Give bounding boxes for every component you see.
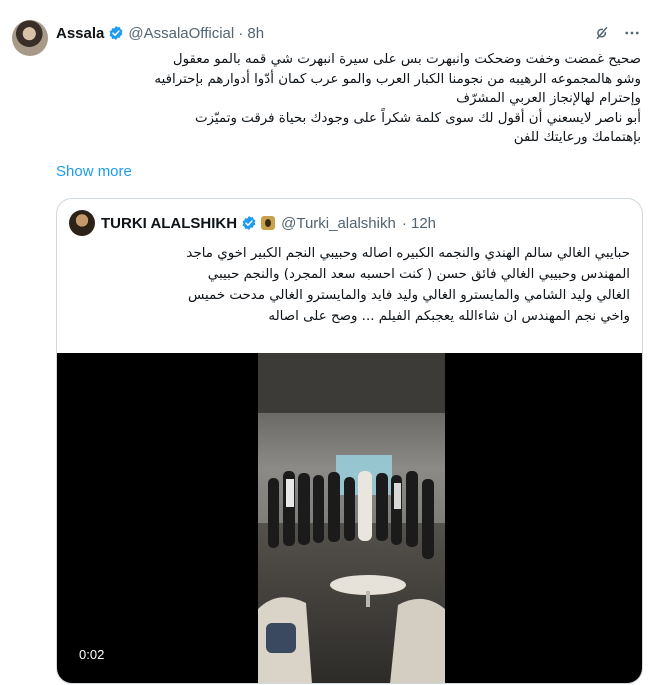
tweet-line: وشو هالمجموعه الرهيبه من نجومنا الكبار ا…	[154, 71, 641, 87]
quoted-author-name[interactable]: TURKI ALALSHIKH	[101, 215, 237, 232]
quoted-time[interactable]: · 12h	[402, 215, 436, 232]
quoted-line: المهندس وحبيبي الغالي فائق حسن ( كنت احس…	[207, 267, 630, 282]
grok-icon[interactable]	[593, 24, 611, 42]
quoted-author-handle[interactable]: @Turki_alalshikh	[281, 215, 396, 232]
tweet-line: أبو ناصر لايسعني أن أقول لك سوى كلمة شكر…	[194, 110, 641, 126]
tweet-line: صحيح غمضت وخفت وضحكت وانبهرت بس على سيرة…	[172, 52, 641, 67]
video-player[interactable]: 0:02	[57, 353, 642, 683]
org-badge-icon	[261, 216, 276, 230]
tweet-time[interactable]: · 8h	[238, 25, 264, 42]
quoted-line: الغالي وليد الشامي والمايسترو الغالي ولي…	[187, 288, 630, 303]
quoted-avatar[interactable]	[69, 210, 95, 236]
verified-icon	[109, 26, 123, 40]
author-handle[interactable]: @AssalaOfficial	[128, 25, 234, 42]
tweet-header: Assala @AssalaOfficial · 8h	[56, 22, 641, 44]
author-name[interactable]: Assala	[56, 25, 104, 42]
tweet-text: صحيح غمضت وخفت وضحكت وانبهرت بس على سيرة…	[58, 50, 641, 148]
quoted-text: حبايبي الغالي سالم الهندي والنجمه الكبير…	[69, 243, 630, 327]
quoted-line: واخي نجم المهندس ان شاءالله يعجبكم الفيل…	[268, 309, 630, 324]
quoted-header: TURKI ALALSHIKH @Turki_alalshikh · 12h	[69, 210, 436, 236]
quoted-tweet[interactable]: TURKI ALALSHIKH @Turki_alalshikh · 12h ح…	[56, 198, 643, 684]
author-avatar[interactable]	[12, 20, 48, 56]
tweet-line: وإحترام لهالإنجاز العربي المشرّف	[456, 91, 641, 106]
video-duration: 0:02	[79, 647, 105, 662]
show-more-link[interactable]: Show more	[56, 163, 132, 180]
more-icon[interactable]	[623, 24, 641, 42]
quoted-line: حبايبي الغالي سالم الهندي والنجمه الكبير…	[186, 246, 630, 261]
tweet-line: بإهتمامك ورعايتك للفن	[513, 130, 641, 145]
video-frame-image	[258, 353, 445, 683]
verified-icon	[242, 216, 256, 230]
video-frame	[258, 353, 445, 683]
